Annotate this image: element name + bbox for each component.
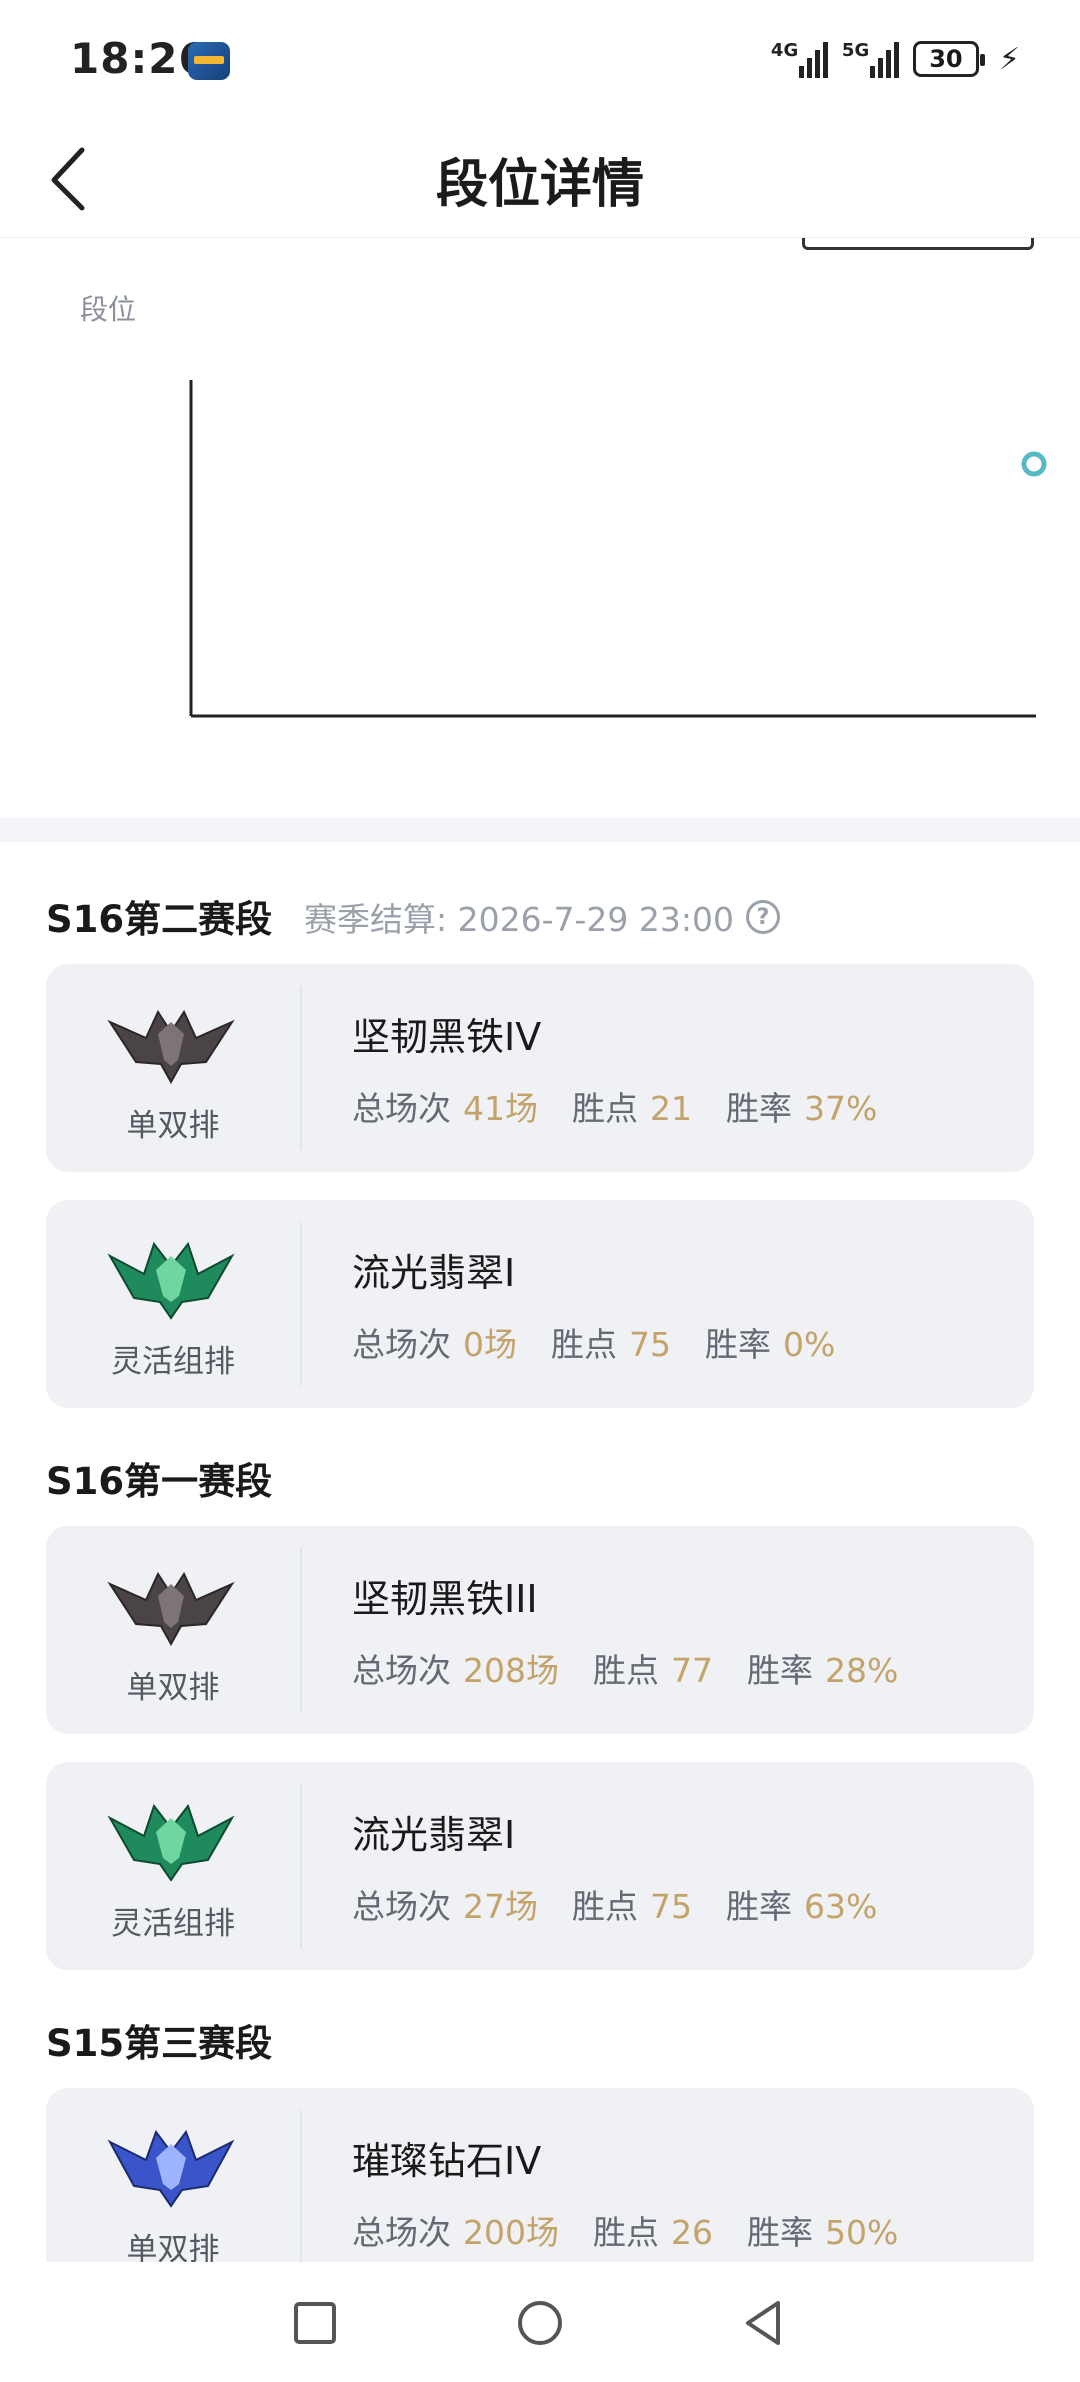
rank-stats: 总场次 27场 胜点 75 胜率 63% (352, 1880, 877, 1928)
stat-winrate: 胜率 0% (705, 1325, 836, 1364)
season-title: S15第三赛段 (46, 2022, 273, 2065)
rank-card[interactable]: 灵活组排 流光翡翠I 总场次 27场 胜点 75 胜率 63% (46, 1762, 1034, 1970)
stat-games: 总场次 0场 (352, 1325, 517, 1364)
battery-icon: 30 (912, 41, 985, 77)
stat-games: 总场次 41场 (352, 1089, 538, 1128)
stat-lp: 胜点 75 (572, 1887, 692, 1926)
rank-chart: 段位 (0, 238, 1080, 818)
stat-winrate: 胜率 63% (726, 1887, 878, 1926)
emerald-rank-emblem-icon (107, 1803, 235, 1882)
rank-name: 流光翡翠I (352, 1813, 516, 1857)
card-divider (300, 986, 302, 1150)
signal-icon: 4G (771, 40, 828, 78)
queue-label: 单双排 (126, 1108, 220, 1144)
season-title: S16第一赛段 (46, 1460, 273, 1503)
stat-lp: 胜点 77 (593, 1651, 713, 1690)
stat-games: 总场次 208场 (352, 1651, 559, 1690)
season-title: S16第二赛段 (46, 898, 273, 941)
rank-name: 坚韧黑铁III (352, 1577, 538, 1621)
stat-winrate: 胜率 50% (747, 2213, 899, 2252)
rank-card[interactable]: 灵活组排 流光翡翠I 总场次 0场 胜点 75 胜率 0% (46, 1200, 1034, 1408)
home-circle-icon[interactable] (515, 2298, 565, 2348)
chart-plot (189, 380, 1047, 718)
nav-header: 段位详情 (0, 120, 1080, 238)
signal-4g-label: 4G (770, 40, 799, 61)
signal-icon: 5G (842, 40, 899, 78)
card-divider (300, 1784, 302, 1948)
stat-winrate: 胜率 37% (726, 1089, 878, 1128)
back-triangle-icon[interactable] (740, 2298, 790, 2348)
stat-games: 总场次 27场 (352, 1887, 538, 1926)
rank-name: 璀璨钻石IV (352, 2139, 542, 2183)
season-settlement: 赛季结算: 2026-7-29 23:00 ? (304, 893, 780, 941)
stat-lp: 胜点 26 (593, 2213, 713, 2252)
stat-lp: 胜点 75 (551, 1325, 671, 1364)
emerald-rank-emblem-icon (107, 1241, 235, 1320)
queue-label: 灵活组排 (111, 1344, 235, 1380)
help-icon[interactable]: ? (745, 900, 780, 934)
charging-bolt-icon: ⚡ (998, 41, 1020, 77)
iron-rank-emblem-icon (107, 1571, 235, 1646)
rank-card[interactable]: 单双排 坚韧黑铁IV 总场次 41场 胜点 21 胜率 37% (46, 964, 1034, 1172)
rank-name: 坚韧黑铁IV (352, 1015, 542, 1059)
rank-stats: 总场次 0场 胜点 75 胜率 0% (352, 1318, 835, 1366)
rank-stats: 总场次 200场 胜点 26 胜率 50% (352, 2206, 898, 2254)
recent-apps-square-icon[interactable] (290, 2298, 340, 2348)
card-divider (300, 1548, 302, 1712)
stat-games: 总场次 200场 (352, 2213, 559, 2252)
section-divider (0, 818, 1080, 842)
signal-5g-label: 5G (841, 40, 870, 61)
card-divider (300, 1222, 302, 1386)
rank-stats: 总场次 208场 胜点 77 胜率 28% (352, 1644, 898, 1692)
season-settlement-text: 赛季结算: 2026-7-29 23:00 (304, 900, 734, 939)
stat-winrate: 胜率 28% (747, 1651, 899, 1690)
queue-label: 灵活组排 (111, 1906, 235, 1942)
status-icons: 4G 5G 30 ⚡ (771, 40, 1020, 78)
battery-level: 30 (929, 45, 963, 73)
page-title: 段位详情 (435, 155, 644, 215)
stat-lp: 胜点 21 (572, 1089, 692, 1128)
system-nav-bar (0, 2262, 1080, 2382)
rank-card[interactable]: 单双排 坚韧黑铁III 总场次 208场 胜点 77 胜率 28% (46, 1526, 1034, 1734)
queue-label: 单双排 (126, 1670, 220, 1706)
rank-name: 流光翡翠I (352, 1251, 516, 1295)
card-divider (300, 2110, 302, 2274)
chart-data-point (1021, 451, 1047, 477)
diamond-rank-emblem-icon (107, 2129, 235, 2208)
status-bar: 18:26 4G 5G 30 ⚡ (0, 0, 1080, 120)
app-notification-icon (188, 42, 230, 80)
iron-rank-emblem-icon (107, 1009, 235, 1084)
rank-stats: 总场次 41场 胜点 21 胜率 37% (352, 1082, 877, 1130)
